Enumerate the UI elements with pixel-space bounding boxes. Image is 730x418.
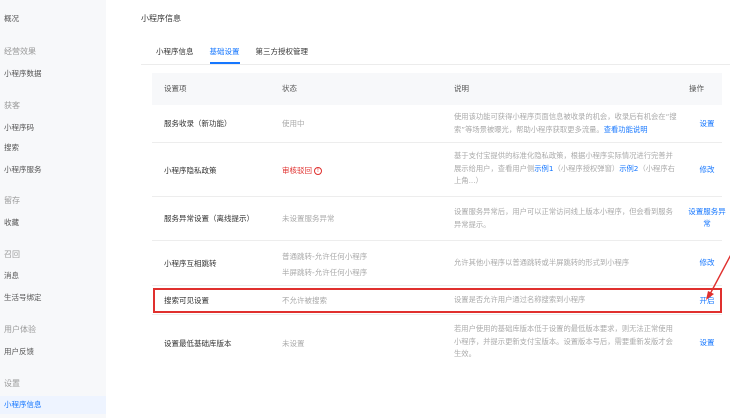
sidebar-group-acquire: 获客 — [4, 101, 20, 110]
tab-bar: 小程序信息 基础设置 第三方授权管理 — [156, 46, 308, 64]
setting-status: 未设置 — [282, 339, 305, 348]
setting-name: 服务异常设置（离线提示） — [164, 214, 254, 223]
table-header: 设置项 状态 说明 操作 — [152, 73, 722, 105]
service-index-settings-button[interactable]: 设置 — [687, 118, 727, 130]
feature-doc-link[interactable]: 查看功能说明 — [604, 125, 648, 134]
setting-name: 服务收录（新功能） — [164, 119, 232, 128]
table-row: 小程序互相跳转 普通跳转-允许任何小程序 半屏跳转-允许任何小程序 允许其他小程… — [152, 241, 722, 286]
table-row: 服务收录（新功能） 使用中 使用该功能可获得小程序页面信息被收录的机会，收录后有… — [152, 105, 722, 143]
sidebar-item-data[interactable]: 小程序数据 — [4, 69, 42, 79]
setting-status-normal-jump: 普通跳转-允许任何小程序 — [282, 252, 368, 261]
status-text: 审核驳回 — [282, 166, 312, 175]
header-item: 设置项 — [164, 84, 187, 93]
tab-divider — [141, 64, 730, 65]
setting-description: 设置服务异常后，用户可以正常访问线上版本小程序，但会看到服务异常提示。 — [454, 207, 673, 229]
setting-status: 使用中 — [282, 119, 305, 128]
sidebar-item-feedback[interactable]: 用户反馈 — [4, 347, 34, 357]
table-row: 小程序隐私政策 审核驳回! 基于支付宝提供的标准化隐私政策，根据小程序实际情况进… — [152, 143, 722, 197]
sidebar-item-search[interactable]: 搜索 — [4, 143, 19, 153]
setting-description: 若用户使用的基础库版本低于设置的最低版本要求，则无法正常使用小程序，并提示更新支… — [454, 324, 673, 358]
header-description: 说明 — [454, 84, 469, 93]
highlight-box — [153, 288, 722, 313]
min-lib-version-settings-button[interactable]: 设置 — [687, 337, 727, 349]
setting-name: 小程序互相跳转 — [164, 259, 217, 268]
description-text: （小程序授权弹窗） — [553, 163, 620, 173]
setting-description: 基于支付宝提供的标准化隐私政策，根据小程序实际情况进行完善并展示给用户，查看用户… — [454, 150, 678, 188]
sidebar-group-experience: 用户体验 — [4, 325, 36, 334]
tab-miniapp-info[interactable]: 小程序信息 — [156, 46, 194, 64]
setting-status-halfscreen-jump: 半屏跳转-允许任何小程序 — [282, 268, 368, 277]
header-status: 状态 — [282, 84, 297, 93]
header-action: 操作 — [689, 84, 704, 93]
sidebar-item-qrcode[interactable]: 小程序码 — [4, 123, 34, 133]
sidebar-group-settings: 设置 — [4, 379, 20, 388]
sidebar-group-retain: 留存 — [4, 196, 20, 205]
exception-settings-button[interactable]: 设置服务异常 — [687, 206, 727, 230]
sidebar-item-favorites[interactable]: 收藏 — [4, 218, 19, 228]
setting-description: 允许其他小程序以普通跳转或半屏跳转的形式到小程序 — [454, 258, 630, 267]
sidebar-item-life-account[interactable]: 生活号绑定 — [4, 293, 42, 303]
setting-name: 设置最低基础库版本 — [164, 339, 232, 348]
table-row: 设置最低基础库版本 未设置 若用户使用的基础库版本低于设置的最低版本要求，则无法… — [152, 315, 722, 371]
page-title: 小程序信息 — [141, 14, 181, 23]
setting-status: 未设置服务异常 — [282, 214, 335, 223]
sidebar-item-messages[interactable]: 消息 — [4, 271, 19, 281]
sidebar-group-recall: 召回 — [4, 250, 20, 259]
tab-basic-settings[interactable]: 基础设置 — [209, 46, 240, 64]
setting-name: 小程序隐私政策 — [164, 166, 217, 175]
privacy-policy-edit-button[interactable]: 修改 — [687, 164, 727, 176]
example-1-link[interactable]: 示例1 — [534, 164, 553, 173]
table-row: 服务异常设置（离线提示） 未设置服务异常 设置服务异常后，用户可以正常访问线上版… — [152, 197, 726, 241]
info-circle-icon[interactable]: ! — [314, 167, 322, 175]
tab-third-party-auth[interactable]: 第三方授权管理 — [256, 46, 309, 64]
annotation-arrow-icon — [706, 254, 730, 300]
sidebar: 概况 经营效果 小程序数据 获客 小程序码 搜索 小程序服务 留存 收藏 召回 … — [0, 0, 106, 418]
setting-description: 使用该功能可获得小程序页面信息被收录的机会，收录后有机会在“搜索”等场景被曝光，… — [454, 111, 678, 136]
sidebar-item-miniapp-info[interactable]: 小程序信息 — [4, 400, 42, 410]
example-2-link[interactable]: 示例2 — [619, 164, 638, 173]
sidebar-item-overview[interactable]: 概况 — [4, 14, 19, 24]
setting-status: 审核驳回! — [282, 164, 322, 177]
sidebar-group-business: 经营效果 — [4, 47, 36, 56]
sidebar-item-services[interactable]: 小程序服务 — [4, 165, 42, 175]
